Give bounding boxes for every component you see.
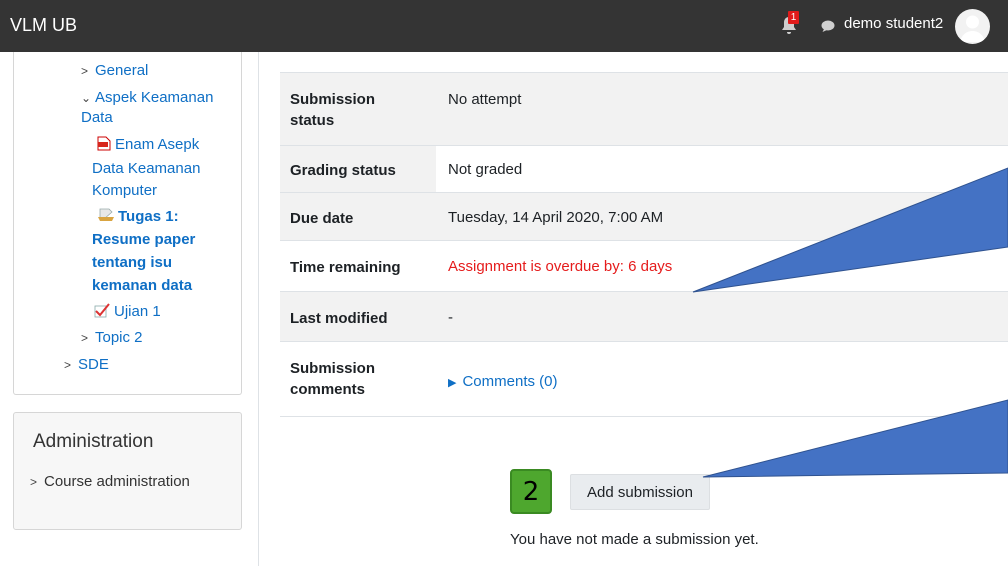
callout-pointer-add-submission [702, 399, 1008, 478]
callout-annotations [692, 167, 1008, 478]
callout-pointer-overdue [692, 167, 1008, 293]
